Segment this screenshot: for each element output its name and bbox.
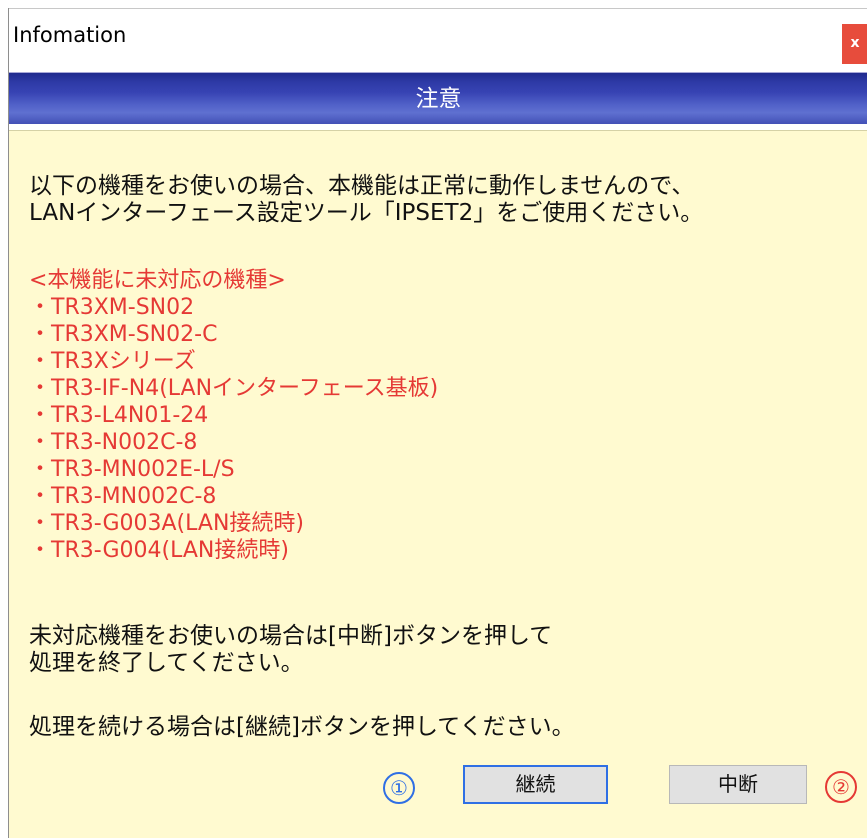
model-item-tr3-if-n4: ・TR3-IF-N4(LANインターフェース基板)	[29, 376, 439, 401]
model-item-tr3x-series: ・TR3Xシリーズ	[29, 349, 196, 374]
model-item-tr3-g003a: ・TR3-G003A(LAN接続時)	[29, 511, 304, 536]
intro-line-2: LANインターフェース設定ツール「IPSET2」をご使用ください。	[29, 200, 704, 226]
continue-instructions: 処理を続ける場合は[継続]ボタンを押してください。	[29, 714, 575, 740]
model-item-tr3xm-sn02: ・TR3XM-SN02	[29, 295, 195, 320]
cancel-note-line-1: 未対応機種をお使いの場合は[中断]ボタンを押して	[29, 623, 553, 649]
model-item-tr3-n002c-8: ・TR3-N002C-8	[29, 430, 198, 455]
continue-marker-icon: ①	[383, 772, 415, 804]
information-dialog: Infomation x 注意 以下の機種をお使いの場合、本機能は正常に動作しま…	[8, 8, 867, 838]
cancel-button[interactable]: 中断	[669, 765, 807, 804]
model-item-tr3-l4n01-24: ・TR3-L4N01-24	[29, 403, 209, 428]
model-item-tr3xm-sn02-c: ・TR3XM-SN02-C	[29, 322, 218, 347]
cancel-instructions: 未対応機種をお使いの場合は[中断]ボタンを押して 処理を終了してください。	[29, 623, 552, 677]
window-title: Infomation	[13, 23, 127, 47]
intro-line-1: 以下の機種をお使いの場合、本機能は正常に動作しませんので、	[29, 173, 695, 199]
cancel-marker-icon: ②	[825, 771, 857, 803]
continue-button[interactable]: 継続	[463, 765, 608, 804]
message-panel: 以下の機種をお使いの場合、本機能は正常に動作しませんので、 LANインターフェー…	[9, 130, 867, 838]
model-item-tr3-mn002c-8: ・TR3-MN002C-8	[29, 484, 217, 509]
title-bar: Infomation x	[9, 8, 867, 64]
unsupported-models-title: <本機能に未対応の機種>	[29, 268, 286, 293]
intro-message: 以下の機種をお使いの場合、本機能は正常に動作しませんので、 LANインターフェー…	[29, 173, 703, 227]
close-button[interactable]: x	[842, 24, 867, 64]
model-item-tr3-mn002e-ls: ・TR3-MN002E-L/S	[29, 457, 235, 482]
cancel-note-line-2: 処理を終了してください。	[29, 650, 304, 676]
model-item-tr3-g004: ・TR3-G004(LAN接続時)	[29, 538, 289, 563]
caution-banner: 注意	[9, 72, 867, 124]
caution-title: 注意	[415, 86, 462, 112]
unsupported-models-section: <本機能に未対応の機種> ・TR3XM-SN02 ・TR3XM-SN02-C ・…	[29, 267, 438, 564]
